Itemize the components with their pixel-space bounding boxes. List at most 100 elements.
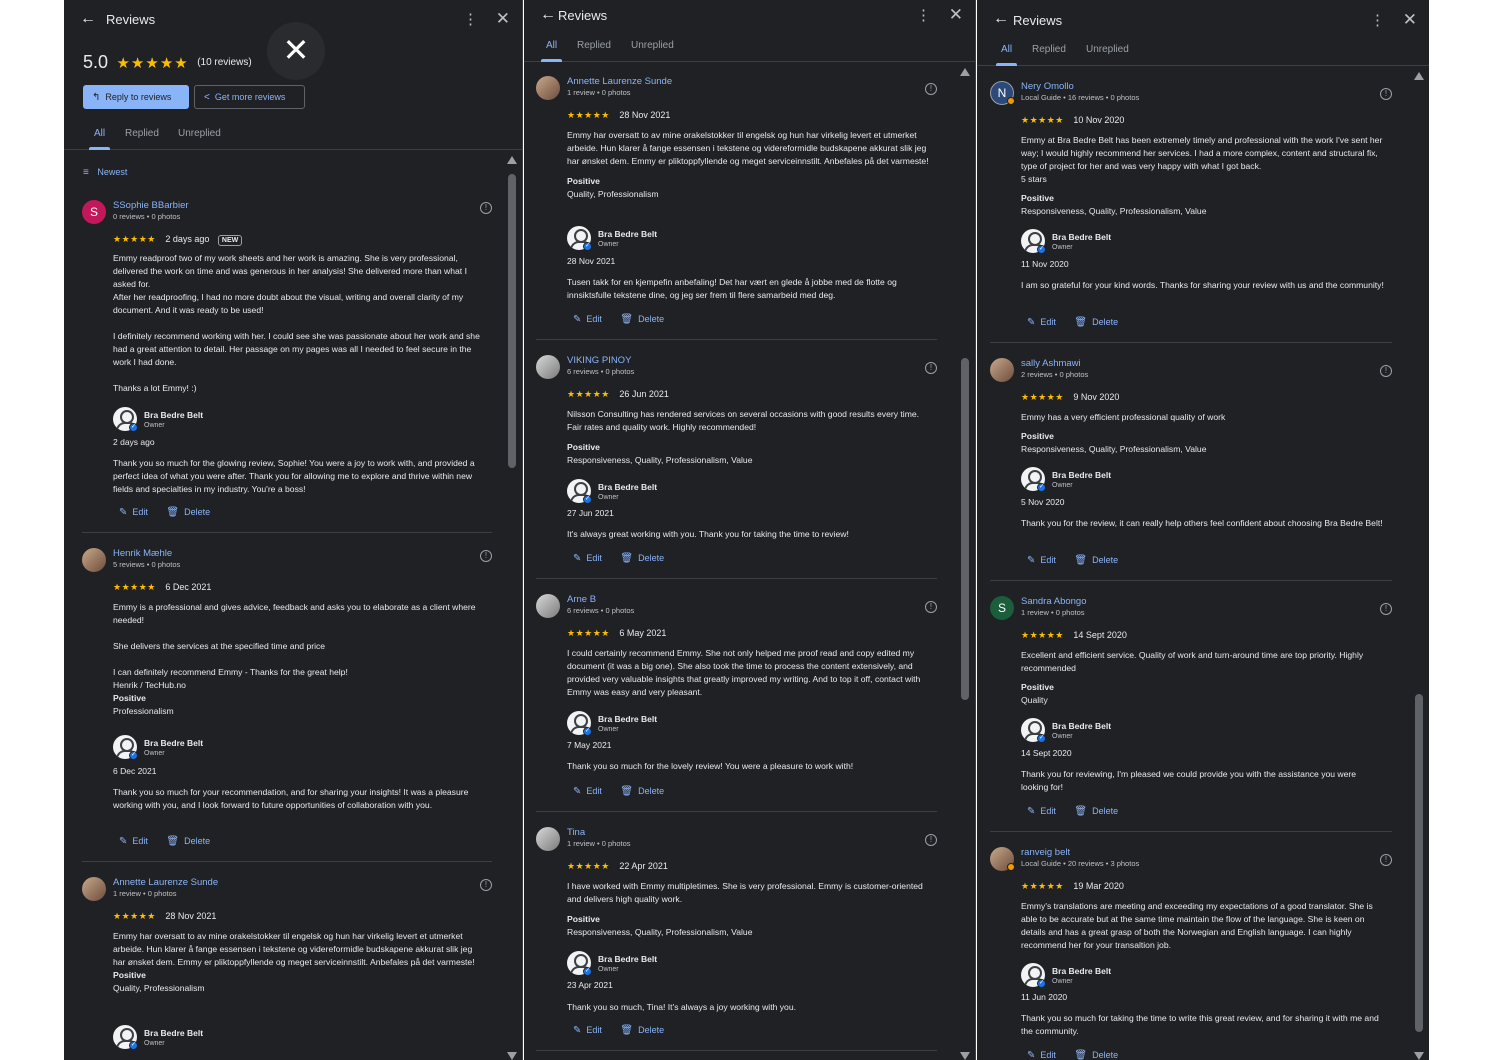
delete-reply-button[interactable]: 🗑 Delete [620,314,664,325]
tab-all[interactable]: All [88,128,111,150]
more-vert-icon[interactable]: ⋮ [916,6,931,24]
reviewer-name[interactable]: Tina [567,827,585,838]
edit-reply-button[interactable]: ✎ Edit [573,1025,602,1036]
back-arrow-icon[interactable]: ← [993,10,1009,28]
edit-reply-button[interactable]: ✎ Edit [119,507,148,518]
overlay-close-button[interactable]: ✕ [267,22,325,80]
back-arrow-icon[interactable]: ← [540,6,556,24]
reviewer-avatar[interactable] [82,877,106,901]
reviewer-avatar[interactable]: S [990,596,1014,620]
delete-reply-button[interactable]: 🗑 Delete [166,507,210,518]
reviewer-name[interactable]: Annette Laurenze Sunde [113,877,218,888]
delete-reply-button[interactable]: 🗑 Delete [1074,317,1118,328]
delete-reply-button[interactable]: 🗑 Delete [1074,1050,1118,1060]
review-paragraph: Emmy readproof two of my work sheets and… [113,253,467,289]
edit-reply-button[interactable]: ✎ Edit [119,836,148,847]
owner-role: Owner [1052,978,1073,985]
info-icon[interactable]: ! [1380,365,1392,377]
scroll-down-icon[interactable] [1414,1052,1424,1060]
info-icon[interactable]: ! [1380,88,1392,100]
owner-name: Bra Bedre Belt [1052,966,1112,976]
scroll-down-icon[interactable] [960,1052,970,1060]
scrollbar[interactable] [960,68,970,1060]
info-icon[interactable]: ! [1380,603,1392,615]
reviewer-name[interactable]: SSophie BBarbier [113,200,189,211]
trash-icon: 🗑 [1074,317,1088,328]
tab-unreplied[interactable]: Unreplied [178,128,221,139]
reviewer-name[interactable]: ranveig belt [1021,847,1070,858]
close-icon[interactable]: ✕ [496,9,510,29]
reviewer-name[interactable]: VIKING PINOY [567,355,631,366]
tab-replied[interactable]: Replied [125,128,159,139]
delete-reply-button[interactable]: 🗑 Delete [166,836,210,847]
info-icon[interactable]: ! [925,83,937,95]
scroll-thumb[interactable] [508,174,516,468]
close-icon[interactable]: ✕ [1403,10,1417,30]
info-icon[interactable]: ! [480,202,492,214]
reviewer-name[interactable]: Henrik Mæhle [113,548,172,559]
info-icon[interactable]: ! [480,550,492,562]
edit-reply-button[interactable]: ✎ Edit [1027,555,1056,566]
reply-to-reviews-button[interactable]: ↰ Reply to reviews [83,85,189,109]
reviewer-name[interactable]: sally Ashmawi [1021,358,1081,369]
info-icon[interactable]: ! [925,834,937,846]
edit-reply-button[interactable]: ✎ Edit [1027,317,1056,328]
info-icon[interactable]: ! [925,362,937,374]
tab-all[interactable]: All [995,44,1018,66]
star-rating-icon: ★★★★★ [1021,115,1064,125]
scroll-down-icon[interactable] [507,1052,517,1060]
edit-reply-button[interactable]: ✎ Edit [573,786,602,797]
tab-replied[interactable]: Replied [1032,44,1066,55]
edit-reply-button[interactable]: ✎ Edit [1027,1050,1056,1060]
review-text: Emmy is a professional and gives advice,… [113,601,484,718]
reviewer-avatar[interactable] [536,355,560,379]
review-count: (10 reviews) [197,57,252,68]
edit-label: Edit [586,553,602,563]
scroll-up-icon[interactable] [507,156,517,164]
review-paragraph: Emmy har oversatt to av mine orakelstokk… [113,931,475,967]
tab-unreplied[interactable]: Unreplied [1086,44,1129,55]
owner-name: Bra Bedre Belt [598,954,658,964]
reply-actions: ✎ Edit 🗑 Delete [573,1025,680,1036]
scroll-thumb[interactable] [961,358,969,700]
reviewer-avatar[interactable] [990,358,1014,382]
review-paragraph: Emmy has a very efficient professional q… [1021,412,1226,422]
reviewer-name[interactable]: Arne B [567,594,596,605]
reviewer-avatar[interactable]: S [82,200,106,224]
delete-reply-button[interactable]: 🗑 Delete [620,1025,664,1036]
sort-selector[interactable]: ≡ Newest [83,167,127,178]
back-arrow-icon[interactable]: ← [80,10,96,28]
review-text: Emmy har oversatt to av mine orakelstokk… [113,930,484,995]
reviewer-avatar[interactable] [82,548,106,572]
reviewer-avatar[interactable] [536,827,560,851]
scrollbar[interactable] [507,156,517,1060]
edit-reply-button[interactable]: ✎ Edit [573,314,602,325]
edit-label: Edit [1040,317,1056,327]
delete-reply-button[interactable]: 🗑 Delete [1074,555,1118,566]
more-vert-icon[interactable]: ⋮ [463,10,478,28]
delete-reply-button[interactable]: 🗑 Delete [620,786,664,797]
delete-reply-button[interactable]: 🗑 Delete [620,553,664,564]
tab-unreplied[interactable]: Unreplied [631,40,674,51]
verified-icon: ✓ [1037,979,1046,988]
info-icon[interactable]: ! [480,879,492,891]
reviewer-avatar[interactable] [536,594,560,618]
delete-reply-button[interactable]: 🗑 Delete [1074,806,1118,817]
scrollbar[interactable] [1414,72,1424,1060]
info-icon[interactable]: ! [1380,854,1392,866]
close-icon[interactable]: ✕ [949,5,963,25]
scroll-up-icon[interactable] [960,68,970,76]
reviewer-avatar[interactable] [536,76,560,100]
info-icon[interactable]: ! [925,601,937,613]
reviewer-name[interactable]: Nery Omollo [1021,81,1074,92]
reviewer-name[interactable]: Sandra Abongo [1021,596,1087,607]
reviewer-name[interactable]: Annette Laurenze Sunde [567,76,672,87]
more-vert-icon[interactable]: ⋮ [1370,11,1385,29]
edit-reply-button[interactable]: ✎ Edit [1027,806,1056,817]
tab-replied[interactable]: Replied [577,40,611,51]
tab-all[interactable]: All [540,40,563,62]
scroll-thumb[interactable] [1415,694,1423,1032]
edit-reply-button[interactable]: ✎ Edit [573,553,602,564]
scroll-up-icon[interactable] [1414,72,1424,80]
get-more-reviews-button[interactable]: < Get more reviews [194,85,305,109]
